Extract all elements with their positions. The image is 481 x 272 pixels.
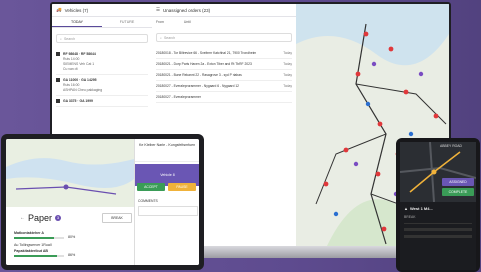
phone-map[interactable]: ABBEY ROAD ASSIGNED COMPLETE bbox=[399, 141, 477, 203]
row-value: 86% bbox=[68, 253, 76, 257]
phone-device: ABBEY ROAD ASSIGNED COMPLETE ▲ West 1 M4… bbox=[396, 138, 480, 272]
comments-label: COMMENTS bbox=[138, 199, 158, 203]
orders-icon: ☰ bbox=[156, 7, 161, 12]
progress-bar bbox=[14, 255, 64, 257]
tablet-map-drawing bbox=[6, 139, 134, 207]
date-filter[interactable]: From Until bbox=[152, 17, 296, 27]
row-label: Papakitakteribut AB bbox=[14, 249, 49, 253]
order-row[interactable]: 20180018 - Tor Biltrevice 66 - Sveitrmr … bbox=[156, 48, 292, 59]
vehicle-icon bbox=[56, 52, 60, 56]
stop-row[interactable] bbox=[404, 235, 472, 238]
navigation-icon: ▲ bbox=[404, 206, 408, 211]
divider bbox=[404, 223, 472, 224]
tab-today[interactable]: TODAY bbox=[52, 17, 102, 27]
row-label: Matkontakteher A bbox=[14, 231, 45, 235]
order-row[interactable]: 20180027 - Everaleprorammer bbox=[156, 92, 292, 103]
tablet-side-panel: Ke Kleiber Narle - Kungsfeltsmfuen Vehic… bbox=[134, 139, 199, 265]
order-row[interactable]: 20180027 - Everaleprorammer - Nygaard 6 … bbox=[156, 81, 292, 92]
order-row[interactable]: 20180021 - Bune Rekannt 22 - Rasagrove 3… bbox=[156, 70, 292, 81]
route-title: West 1 M4... bbox=[409, 206, 433, 211]
search-icon: ⌕ bbox=[60, 36, 62, 41]
side-header: Ke Kleiber Narle - Kungsfeltsmfuen bbox=[135, 139, 199, 162]
tablet-screen: ← Paper 3 BREAK Matkontakteher A 80% Au … bbox=[6, 139, 199, 265]
orders-search-input[interactable]: ⌕ Search bbox=[156, 33, 292, 42]
order-row[interactable]: 20180021 - Dorp Paris Haven 2a - Exton T… bbox=[156, 59, 292, 70]
vehicle-icon bbox=[56, 99, 60, 103]
notification-badge: 3 bbox=[55, 215, 62, 221]
phone-route-card: ▲ West 1 M4... BREAK bbox=[400, 202, 476, 270]
vehicle-row[interactable]: GA 11000 · GA 14295 Ruts 16:00 ASHPAN Ch… bbox=[56, 75, 148, 96]
break-button[interactable]: BREAK bbox=[102, 213, 132, 223]
search-icon: ⌕ bbox=[160, 35, 162, 40]
vehicles-title: Vehicles (7) bbox=[64, 7, 89, 13]
row-label: Au Tollingwerver 1Ruall bbox=[14, 243, 52, 247]
accept-button[interactable]: ACCEPT bbox=[137, 183, 165, 191]
vehicles-search-input[interactable]: ⌕ Search bbox=[56, 34, 148, 43]
back-arrow-icon[interactable]: ← bbox=[20, 215, 25, 221]
stop-row[interactable] bbox=[404, 228, 472, 231]
comment-input[interactable] bbox=[138, 206, 198, 216]
tablet-body: ← Paper 3 BREAK Matkontakteher A 80% Au … bbox=[6, 207, 134, 265]
vehicle-row[interactable]: GA 3375 · GA 1999 bbox=[56, 96, 148, 107]
tablet-map[interactable] bbox=[6, 139, 134, 207]
assigned-button[interactable]: ASSIGNED bbox=[442, 178, 474, 186]
vehicles-tabs: TODAY FUTURE bbox=[52, 17, 152, 28]
tablet-device: ← Paper 3 BREAK Matkontakteher A 80% Au … bbox=[1, 134, 204, 270]
unassigned-header: ☰ Unassigned orders (23) bbox=[152, 4, 296, 17]
pause-button[interactable]: PAUSE bbox=[168, 183, 196, 191]
row-value: 80% bbox=[68, 235, 76, 239]
location-label: ABBEY ROAD bbox=[440, 144, 462, 148]
truck-icon: 🚚 bbox=[56, 7, 62, 12]
vehicle-button[interactable]: Vehicle 8 bbox=[160, 173, 175, 177]
vehicles-header: 🚚 Vehicles (7) bbox=[52, 4, 152, 17]
progress-bar bbox=[14, 237, 64, 239]
vehicle-row[interactable]: RF 98648 · RF 58644 Ruts 14:00 SIEMENS V… bbox=[56, 49, 148, 75]
route-sub: BREAK bbox=[404, 215, 416, 219]
app-logo: ← Paper 3 bbox=[20, 213, 62, 223]
vehicle-icon bbox=[56, 78, 60, 82]
unassigned-title: Unassigned orders (23) bbox=[163, 7, 211, 13]
complete-button[interactable]: COMPLETE bbox=[442, 188, 474, 196]
tab-future[interactable]: FUTURE bbox=[102, 17, 152, 27]
